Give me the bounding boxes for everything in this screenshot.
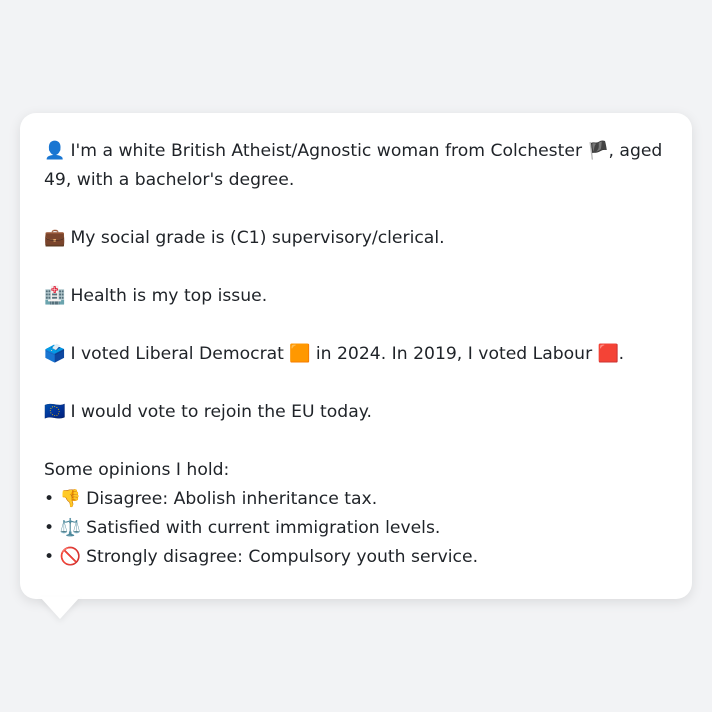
hospital-icon: 🏥 [44,286,66,306]
eu-line: 🇪🇺 I would vote to rejoin the EU today. [44,398,668,427]
opinion-text: Satisfied with current immigration level… [86,518,441,538]
opinion-item: • ⚖️ Satisfied with current immigration … [44,514,668,543]
red-square-icon: 🟥 [597,344,620,364]
message-bubble: 👤 I'm a white British Atheist/Agnostic w… [20,113,692,599]
opinion-text: Strongly disagree: Compulsory youth serv… [86,547,479,567]
intro-text: I'm a white British Atheist/Agnostic wom… [70,141,583,161]
voting-line: 🗳️ I voted Liberal Democrat 🟧 in 2024. I… [44,340,668,369]
opinion-item: • 🚫 Strongly disagree: Compulsory youth … [44,543,668,572]
orange-square-icon: 🟧 [289,344,311,364]
social-grade-text: My social grade is (C1) supervisory/cler… [70,228,445,248]
vote-text-2019: in 2024. In 2019, I voted Labour [315,344,593,364]
top-issue-text: Health is my top issue. [70,286,268,306]
thumbs-down-icon: 👎 [59,489,82,509]
england-flag-icon: 🏴 [587,141,609,161]
opinion-text: Disagree: Abolish inheritance tax. [86,489,378,509]
opinions-heading: Some opinions I hold: [44,460,230,480]
intro-line: 👤 I'm a white British Atheist/Agnostic w… [44,137,668,195]
eu-flag-icon: 🇪🇺 [44,402,66,422]
vote-text-2024: I voted Liberal Democrat [70,344,284,364]
social-grade-line: 💼 My social grade is (C1) supervisory/cl… [44,224,668,253]
ballot-box-icon: 🗳️ [44,344,66,364]
briefcase-icon: 💼 [44,228,66,248]
scales-icon: ⚖️ [59,518,82,538]
opinion-item: • 👎 Disagree: Abolish inheritance tax. [44,485,668,514]
bubble-tail [40,597,80,619]
person-icon: 👤 [44,141,66,161]
prohibited-icon: 🚫 [59,547,82,567]
bullet: • [44,518,55,538]
vote-tail-text: . [618,344,625,364]
bullet: • [44,547,55,567]
top-issue-line: 🏥 Health is my top issue. [44,282,668,311]
bullet: • [44,489,55,509]
eu-text: I would vote to rejoin the EU today. [70,402,372,422]
